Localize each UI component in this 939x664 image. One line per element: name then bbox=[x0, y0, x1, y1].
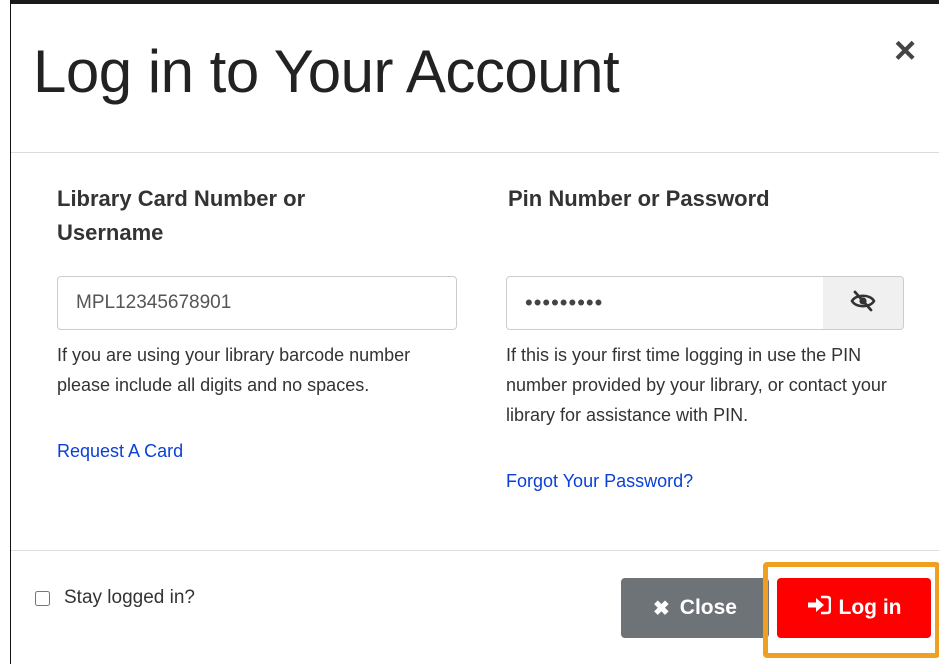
close-button[interactable]: ✖ Close bbox=[621, 578, 769, 638]
username-input[interactable] bbox=[58, 292, 456, 314]
toggle-password-visibility-button[interactable] bbox=[823, 276, 904, 330]
sign-in-icon bbox=[807, 595, 839, 621]
login-button-label: Log in bbox=[838, 596, 902, 619]
stay-logged-in-label: Stay logged in? bbox=[64, 587, 195, 608]
stay-logged-in[interactable]: Stay logged in? bbox=[35, 587, 195, 609]
forgot-password-link[interactable]: Forgot Your Password? bbox=[506, 466, 693, 496]
header-divider bbox=[11, 152, 939, 153]
username-label: Library Card Number or Username bbox=[57, 186, 306, 245]
eye-slash-icon bbox=[850, 290, 876, 317]
footer-divider bbox=[11, 550, 939, 551]
modal-top-border bbox=[11, 0, 939, 4]
stay-logged-in-checkbox[interactable] bbox=[35, 590, 50, 606]
login-modal: Log in to Your Account × Library Card Nu… bbox=[10, 0, 939, 664]
request-card-link[interactable]: Request A Card bbox=[57, 436, 183, 466]
password-field-wrapper[interactable]: ••••••••• bbox=[506, 276, 824, 330]
close-icon[interactable]: × bbox=[894, 32, 916, 70]
login-button[interactable]: Log in bbox=[777, 578, 931, 638]
username-field-wrapper bbox=[57, 276, 457, 330]
close-x-icon: ✖ bbox=[653, 597, 670, 620]
password-help-text: If this is your first time logging in us… bbox=[506, 345, 887, 425]
username-help-text: If you are using your library barcode nu… bbox=[57, 345, 411, 395]
modal-title: Log in to Your Account bbox=[33, 38, 620, 105]
password-input[interactable]: ••••••••• bbox=[507, 290, 603, 316]
password-label: Pin Number or Password bbox=[508, 186, 770, 211]
close-button-label: Close bbox=[679, 596, 737, 619]
